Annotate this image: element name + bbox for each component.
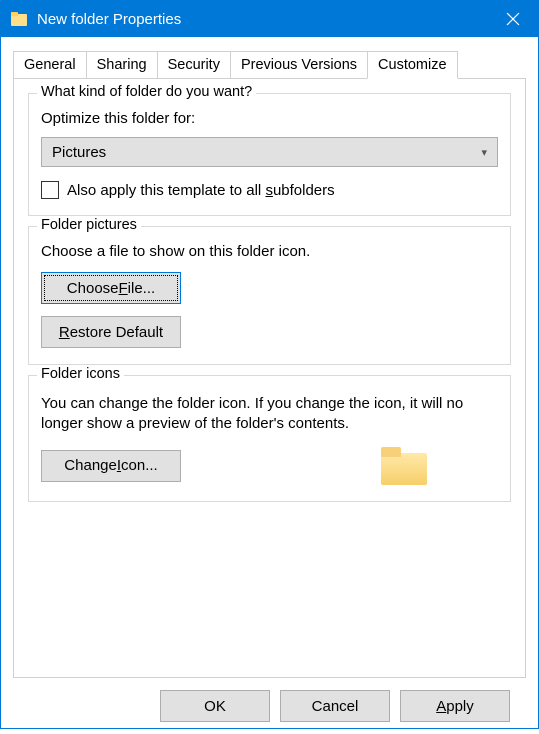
tab-general[interactable]: General: [13, 51, 87, 79]
dialog-footer: OK Cancel Apply: [13, 678, 526, 722]
group-legend-icons: Folder icons: [37, 366, 124, 382]
window-title: New folder Properties: [37, 11, 488, 28]
optimize-select[interactable]: Pictures ▾: [41, 137, 498, 167]
group-folder-icons: Folder icons You can change the folder i…: [28, 375, 511, 502]
group-folder-pictures: Folder pictures Choose a file to show on…: [28, 226, 511, 365]
choose-file-button[interactable]: Choose File...: [41, 272, 181, 304]
group-folder-kind: What kind of folder do you want? Optimiz…: [28, 93, 511, 216]
restore-default-button[interactable]: Restore Default: [41, 316, 181, 348]
chevron-down-icon: ▾: [481, 146, 487, 159]
close-button[interactable]: [488, 1, 538, 37]
checkbox-label: Also apply this template to all subfolde…: [67, 182, 335, 199]
tab-security[interactable]: Security: [157, 51, 231, 79]
tab-sharing[interactable]: Sharing: [86, 51, 158, 79]
optimize-select-value: Pictures: [52, 144, 106, 161]
ok-button[interactable]: OK: [160, 690, 270, 722]
tab-strip: General Sharing Security Previous Versio…: [13, 51, 526, 79]
tab-customize[interactable]: Customize: [367, 51, 458, 79]
content-area: General Sharing Security Previous Versio…: [1, 37, 538, 734]
apply-button[interactable]: Apply: [400, 690, 510, 722]
cancel-button[interactable]: Cancel: [280, 690, 390, 722]
folder-icon: [11, 12, 27, 26]
apply-subfolders-checkbox[interactable]: Also apply this template to all subfolde…: [41, 181, 498, 199]
close-icon: [506, 12, 520, 26]
checkbox-box: [41, 181, 59, 199]
tab-panel-customize: What kind of folder do you want? Optimiz…: [13, 78, 526, 678]
group-legend-pictures: Folder pictures: [37, 217, 141, 233]
change-icon-button[interactable]: Change Icon...: [41, 450, 181, 482]
tab-previous-versions[interactable]: Previous Versions: [230, 51, 368, 79]
group-legend-kind: What kind of folder do you want?: [37, 84, 256, 100]
titlebar: New folder Properties: [1, 1, 538, 37]
icons-desc: You can change the folder icon. If you c…: [41, 394, 498, 435]
pictures-desc: Choose a file to show on this folder ico…: [41, 243, 498, 260]
folder-preview-icon: [381, 447, 427, 485]
optimize-label: Optimize this folder for:: [41, 110, 498, 127]
